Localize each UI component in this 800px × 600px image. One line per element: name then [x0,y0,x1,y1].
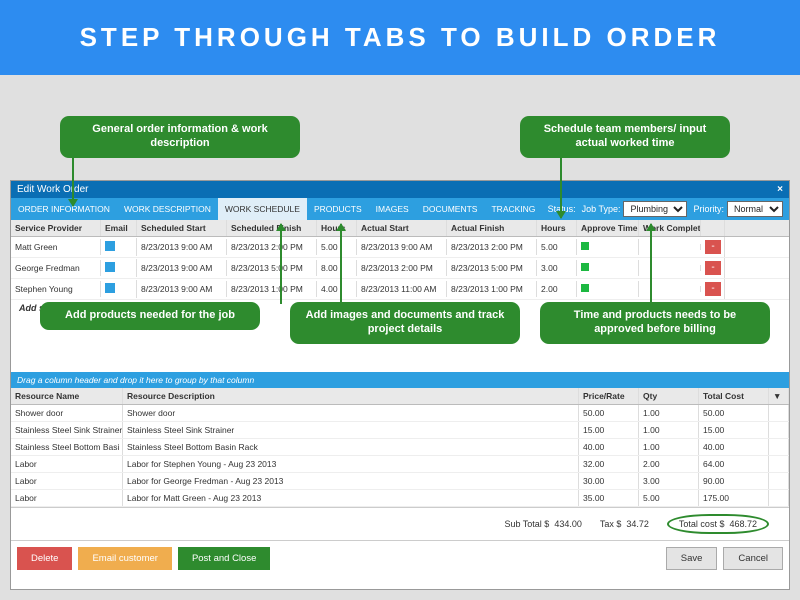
col-email[interactable]: Email [101,220,137,236]
tab-images[interactable]: IMAGES [369,198,416,220]
col-qty[interactable]: Qty [639,388,699,404]
table-row[interactable]: Stainless Steel Sink StrainerStainless S… [11,422,789,439]
col-approve-time[interactable]: Approve Time [577,220,639,236]
col-hours-2[interactable]: Hours [537,220,577,236]
col-total[interactable]: Total Cost [699,388,769,404]
delete-row-button[interactable]: - [705,282,721,296]
table-row[interactable]: LaborLabor for Stephen Young - Aug 23 20… [11,456,789,473]
callout-images: Add images and documents and track proje… [290,302,520,344]
col-filter-icon[interactable]: ▼ [769,388,789,404]
email-icon[interactable] [105,283,115,293]
col-scheduled-finish[interactable]: Scheduled Finish [227,220,317,236]
footer-buttons: Delete Email customer Post and Close Sav… [11,540,789,576]
callout-products: Add products needed for the job [40,302,260,330]
arrow-icon [72,156,74,206]
email-icon[interactable] [105,241,115,251]
tab-work-schedule[interactable]: WORK SCHEDULE [218,198,307,220]
tab-bar: ORDER INFORMATION WORK DESCRIPTION WORK … [11,198,789,220]
approve-icon[interactable] [581,263,589,271]
total-cost-highlight: Total cost $ 468.72 [667,514,769,534]
col-resource-name[interactable]: Resource Name [11,388,123,404]
email-icon[interactable] [105,262,115,272]
col-actual-start[interactable]: Actual Start [357,220,447,236]
table-row[interactable]: Matt Green8/23/2013 9:00 AM8/23/2013 2:0… [11,237,789,258]
col-price[interactable]: Price/Rate [579,388,639,404]
tab-documents[interactable]: DOCUMENTS [416,198,485,220]
tab-products[interactable]: PRODUCTS [307,198,369,220]
cancel-button[interactable]: Cancel [723,547,783,570]
post-and-close-button[interactable]: Post and Close [178,547,270,570]
arrow-icon [560,156,562,218]
email-customer-button[interactable]: Email customer [78,547,171,570]
callout-order-info: General order information & work descrip… [60,116,300,158]
arrow-icon [280,224,282,304]
totals-row: Sub Total $ 434.00 Tax $ 34.72 Total cos… [11,507,789,540]
col-service-provider[interactable]: Service Provider [11,220,101,236]
table-row[interactable]: Stephen Young8/23/2013 9:00 AM8/23/2013 … [11,279,789,300]
group-hint: Drag a column header and drop it here to… [11,372,789,388]
window-titlebar: Edit Work Order × [11,181,789,198]
col-resource-desc[interactable]: Resource Description [123,388,579,404]
delete-row-button[interactable]: - [705,261,721,275]
jobtype-select[interactable]: Plumbing [623,201,687,217]
col-actual-finish[interactable]: Actual Finish [447,220,537,236]
table-row[interactable]: LaborLabor for Matt Green - Aug 23 20133… [11,490,789,507]
delete-row-button[interactable]: - [705,240,721,254]
page-banner: STEP THROUGH TABS TO BUILD ORDER [0,0,800,75]
approve-icon[interactable] [581,242,589,250]
priority-select[interactable]: Normal [727,201,783,217]
table-row[interactable]: George Fredman8/23/2013 9:00 AM8/23/2013… [11,258,789,279]
priority-label: Priority: [693,204,724,214]
window-title: Edit Work Order [17,184,89,195]
table-row[interactable]: LaborLabor for George Fredman - Aug 23 2… [11,473,789,490]
arrow-icon [650,224,652,304]
save-button[interactable]: Save [666,547,718,570]
col-scheduled-start[interactable]: Scheduled Start [137,220,227,236]
callout-approve: Time and products needs to be approved b… [540,302,770,344]
tab-order-information[interactable]: ORDER INFORMATION [11,198,117,220]
arrow-icon [340,224,342,304]
jobtype-label: Job Type: [582,204,621,214]
delete-button[interactable]: Delete [17,547,72,570]
tab-tracking[interactable]: TRACKING [484,198,542,220]
tab-work-description[interactable]: WORK DESCRIPTION [117,198,218,220]
edit-work-order-window: Edit Work Order × ORDER INFORMATION WORK… [10,180,790,590]
table-row[interactable]: Stainless Steel Bottom BasiStainless Ste… [11,439,789,456]
close-icon[interactable]: × [777,184,783,195]
approve-icon[interactable] [581,284,589,292]
callout-schedule: Schedule team members/ input actual work… [520,116,730,158]
table-row[interactable]: Shower doorShower door50.001.0050.00 [11,405,789,422]
